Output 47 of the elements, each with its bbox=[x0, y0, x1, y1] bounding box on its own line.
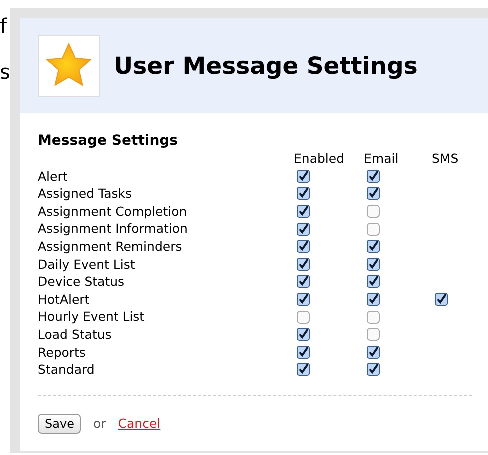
setting-label: Assignment Information bbox=[38, 220, 189, 238]
or-text: or bbox=[93, 416, 106, 432]
checkbox[interactable] bbox=[297, 346, 310, 359]
checkbox[interactable] bbox=[297, 187, 310, 200]
setting-label: Reports bbox=[38, 344, 87, 362]
setting-label: Assignment Completion bbox=[38, 202, 188, 220]
setting-label: Daily Event List bbox=[38, 256, 136, 274]
section-title: Message Settings bbox=[38, 133, 180, 149]
checkbox[interactable] bbox=[297, 258, 310, 271]
checkbox[interactable] bbox=[367, 346, 380, 359]
checkbox[interactable] bbox=[367, 363, 380, 376]
checkbox[interactable] bbox=[297, 170, 310, 183]
checkbox[interactable] bbox=[297, 275, 310, 288]
checkbox[interactable] bbox=[367, 293, 380, 306]
setting-label: Load Status bbox=[38, 326, 113, 344]
column-header: SMS bbox=[432, 150, 460, 168]
checkbox[interactable] bbox=[367, 240, 380, 254]
checkbox[interactable] bbox=[367, 310, 380, 324]
checkbox[interactable] bbox=[297, 240, 310, 254]
setting-label: Assigned Tasks bbox=[38, 185, 133, 203]
page-title: User Message Settings bbox=[114, 52, 418, 80]
checkbox[interactable] bbox=[367, 170, 380, 183]
setting-label: Device Status bbox=[38, 273, 126, 291]
setting-label: HotAlert bbox=[38, 290, 91, 308]
checkbox[interactable] bbox=[367, 275, 380, 288]
checkbox[interactable] bbox=[297, 363, 310, 376]
checkbox[interactable] bbox=[367, 187, 380, 200]
column-header: Email bbox=[364, 150, 400, 168]
checkbox[interactable] bbox=[297, 205, 310, 218]
setting-label: Assignment Reminders bbox=[38, 238, 184, 256]
checkbox[interactable] bbox=[297, 222, 310, 236]
checkbox[interactable] bbox=[367, 258, 380, 271]
background-text: f bbox=[0, 14, 8, 38]
cancel-link[interactable]: Cancel bbox=[118, 416, 161, 432]
background-text: s bbox=[0, 60, 10, 84]
column-header: Enabled bbox=[294, 150, 346, 168]
save-button[interactable]: Save bbox=[38, 414, 82, 434]
checkbox[interactable] bbox=[297, 328, 310, 342]
setting-label: Hourly Event List bbox=[38, 308, 146, 326]
setting-label: Alert bbox=[38, 168, 69, 186]
checkbox[interactable] bbox=[297, 310, 310, 324]
checkbox[interactable] bbox=[297, 293, 310, 306]
setting-label: Standard bbox=[38, 361, 96, 379]
checkbox[interactable] bbox=[367, 205, 380, 218]
checkbox[interactable] bbox=[367, 222, 380, 236]
checkbox[interactable] bbox=[367, 328, 380, 342]
checkbox[interactable] bbox=[435, 293, 448, 306]
